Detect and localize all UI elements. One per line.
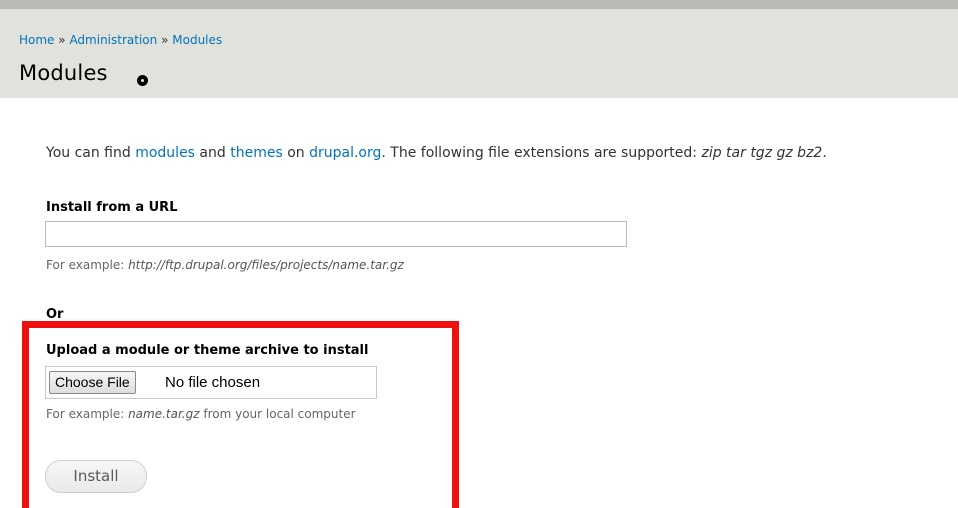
install-url-input[interactable] [45, 221, 627, 247]
supported-extensions: zip tar tgz gz bz2 [701, 145, 823, 161]
breadcrumb-administration-link[interactable]: Administration [69, 33, 157, 47]
page-title: Modules [19, 61, 108, 85]
breadcrumb-home-link[interactable]: Home [19, 33, 54, 47]
breadcrumb-separator: » [58, 33, 66, 47]
url-example: http://ftp.drupal.org/files/projects/nam… [128, 258, 404, 272]
intro-text-part: . [822, 145, 827, 161]
file-example: name.tar.gz [128, 407, 200, 421]
install-url-description: For example: http://ftp.drupal.org/files… [46, 258, 404, 272]
install-button[interactable]: Install [45, 460, 147, 493]
breadcrumb: Home » Administration » Modules [19, 33, 222, 47]
upload-archive-label: Upload a module or theme archive to inst… [46, 343, 369, 358]
modules-link[interactable]: modules [135, 145, 195, 161]
intro-text-part: on [282, 145, 310, 161]
file-upload-field[interactable]: Choose File No file chosen [45, 366, 377, 399]
add-shortcut-icon[interactable] [137, 75, 148, 86]
intro-text-part: You can find [46, 145, 136, 161]
file-chosen-status: No file chosen [165, 374, 261, 391]
description-suffix: from your local computer [199, 407, 356, 421]
intro-text-part: . The following file extensions are supp… [381, 145, 702, 161]
choose-file-button[interactable]: Choose File [49, 371, 136, 394]
intro-text-part: and [194, 145, 231, 161]
themes-link[interactable]: themes [230, 145, 283, 161]
page: Home » Administration » Modules Modules … [0, 0, 958, 508]
breadcrumb-modules-link[interactable]: Modules [172, 33, 222, 47]
drupal-org-link[interactable]: drupal.org [309, 145, 381, 161]
install-url-label: Install from a URL [46, 200, 178, 215]
upload-description: For example: name.tar.gz from your local… [46, 407, 356, 421]
intro-text: You can find modules and themes on drupa… [46, 145, 827, 161]
description-prefix: For example: [46, 407, 129, 421]
breadcrumb-separator: » [161, 33, 169, 47]
page-header: Home » Administration » Modules Modules [0, 0, 958, 98]
or-separator-label: Or [46, 307, 64, 322]
description-prefix: For example: [46, 258, 129, 272]
